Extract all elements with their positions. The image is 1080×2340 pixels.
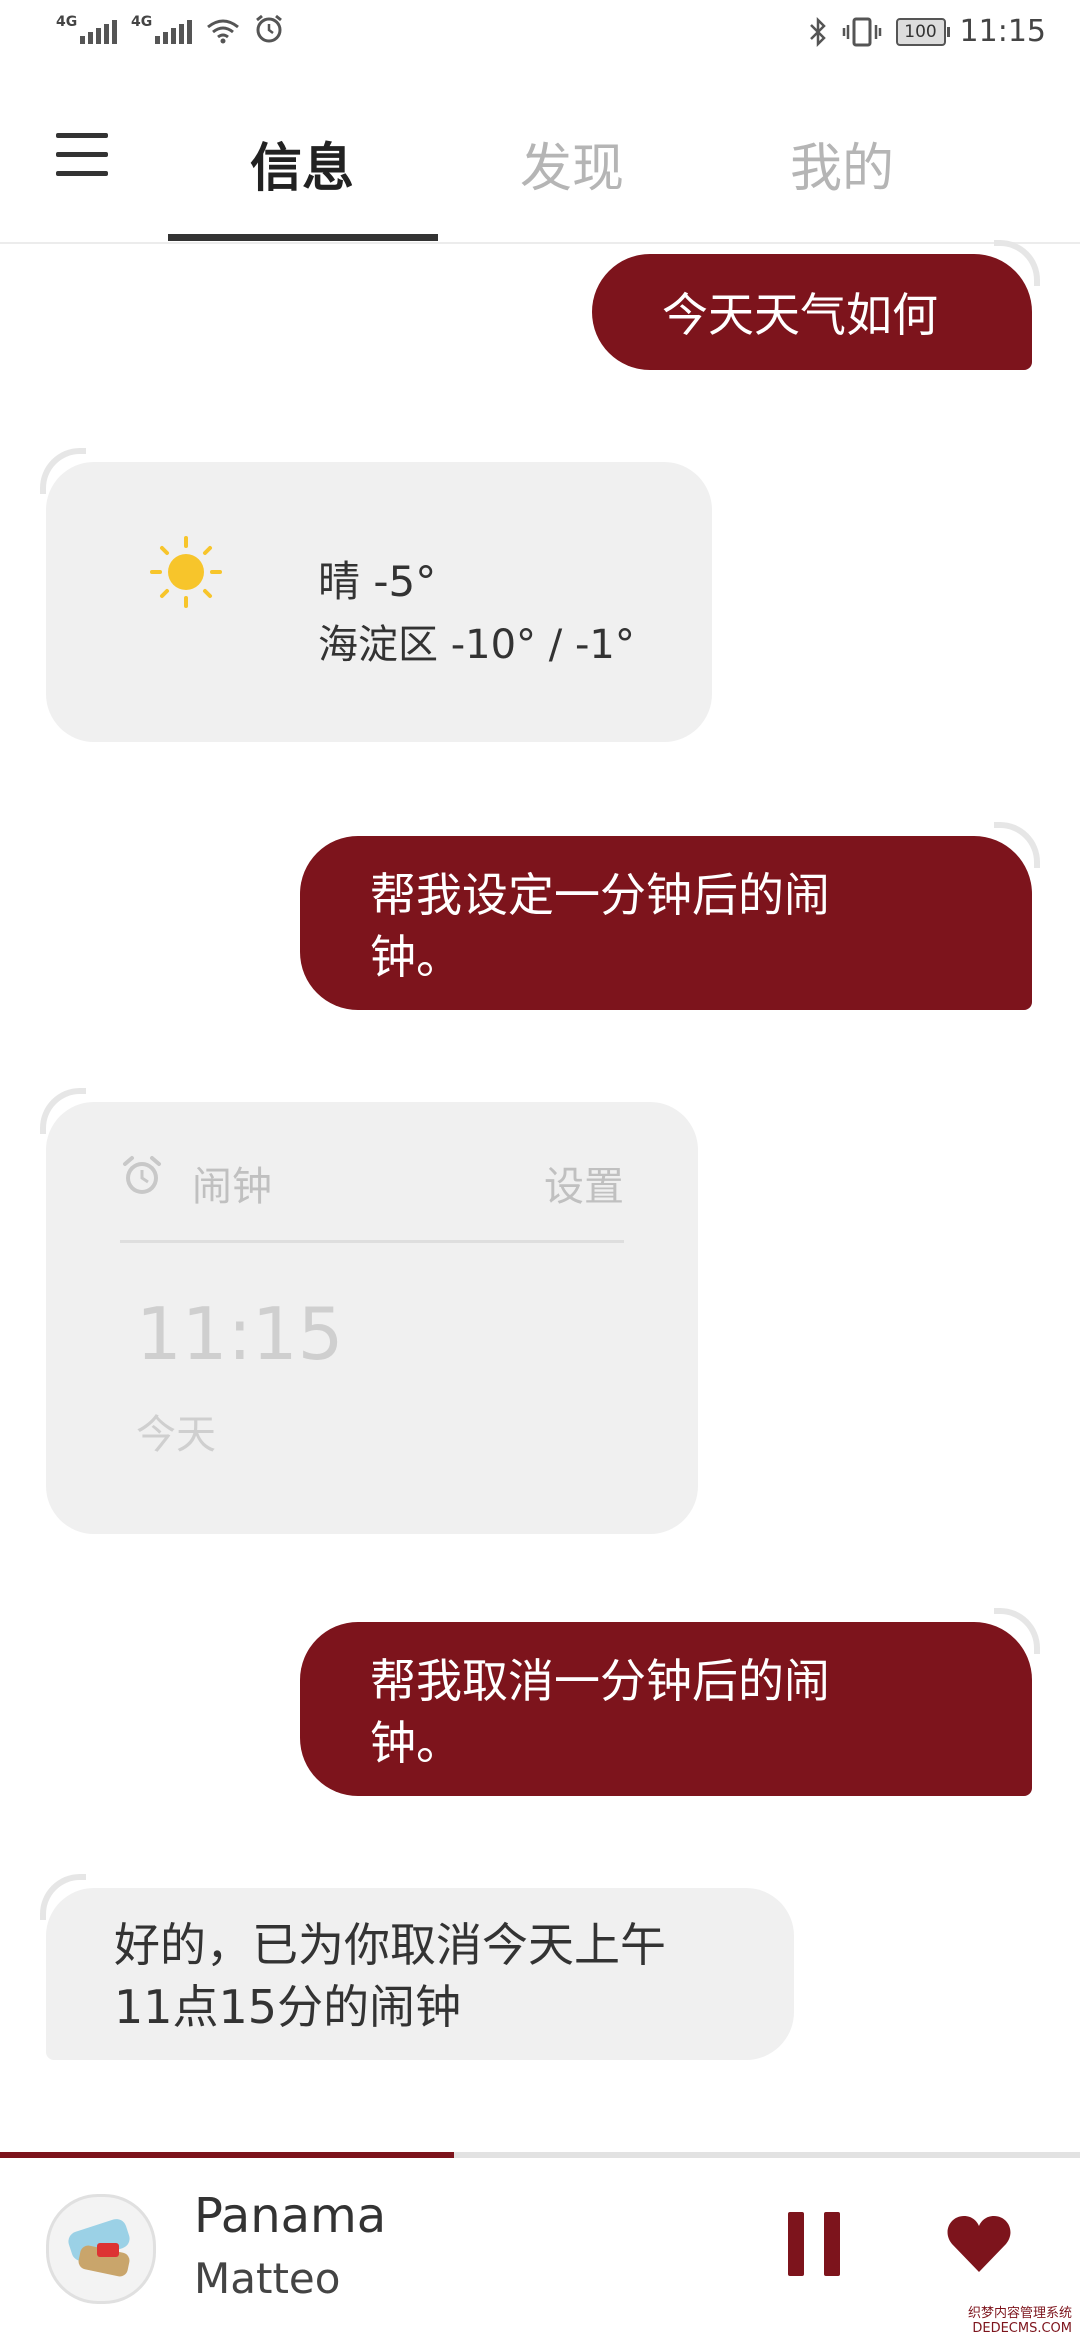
alarm-settings-link[interactable]: 设置 [544,1154,624,1212]
song-artist: Matteo [194,2254,341,2303]
top-navigation: 信息 发现 我的 [0,78,1080,244]
battery-icon: 100 [895,17,950,46]
pause-icon[interactable] [788,2212,840,2276]
watermark-line1: 织梦内容管理系统 [967,2306,1072,2321]
alarm-card[interactable]: 闹钟 设置 11:15 今天 [40,1088,698,1534]
active-tab-indicator [168,234,438,241]
alarm-day: 今天 [136,1412,216,1458]
album-art[interactable] [46,2194,156,2304]
heart-icon[interactable] [946,2214,1012,2274]
weather-location-range: 海淀区 -10° / -1° [318,622,635,668]
message-text-line1: 帮我设定一分钟后的闹 [370,868,830,922]
assistant-message-cancel-confirm: 好的，已为你取消今天上午 11点15分的闹钟 [40,1874,794,2060]
watermark-line2: DEDECMS.COM [972,2321,1072,2336]
network-type-label-2: 4G [131,14,153,30]
wifi-icon [207,19,239,44]
alarm-clock-icon [123,1156,161,1194]
alarm-status-icon [256,14,282,43]
message-text-line1: 帮我取消一分钟后的闹 [370,1654,830,1708]
signal-icon-2: 4G [131,14,192,44]
status-icons-left: 4G 4G [56,14,284,44]
user-message-weather-query: 今天天气如何 [592,240,1040,370]
user-message-cancel-alarm: 帮我取消一分钟后的闹 钟。 [300,1608,1040,1796]
sun-icon [150,536,222,608]
tab-mine[interactable]: 我的 [752,126,932,201]
watermark: 织梦内容管理系统 DEDECMS.COM [968,2306,1072,2336]
message-text: 今天天气如何 [662,288,938,342]
tab-discover[interactable]: 发现 [482,126,662,201]
user-message-set-alarm: 帮我设定一分钟后的闹 钟。 [300,822,1040,1010]
vibrate-icon [842,17,881,46]
weather-card[interactable]: 晴 -5° 海淀区 -10° / -1° [40,448,712,742]
divider [120,1240,624,1243]
status-bar: 4G 4G 100 11:15 [0,0,1080,78]
alarm-time: 11:15 [136,1292,344,1376]
message-text-line2: 钟。 [370,930,462,984]
bluetooth-icon [809,16,826,47]
signal-icon: 4G [56,14,117,44]
song-title[interactable]: Panama [194,2188,386,2244]
alarm-title: 闹钟 [192,1164,272,1210]
status-time: 11:15 [959,14,1046,49]
tab-messages[interactable]: 信息 [212,126,392,201]
menu-icon[interactable] [56,133,108,179]
status-icons-right: 100 11:15 [808,14,1046,49]
message-text-line1: 好的，已为你取消今天上午 [114,1918,666,1972]
message-text-line2: 钟。 [370,1716,462,1770]
weather-condition: 晴 -5° [318,557,437,606]
message-text-line2: 11点15分的闹钟 [114,1980,462,2034]
mini-player: Panama Matteo 织梦内容管理系统 DEDECMS.COM [0,2158,1080,2340]
network-type-label: 4G [56,14,78,30]
